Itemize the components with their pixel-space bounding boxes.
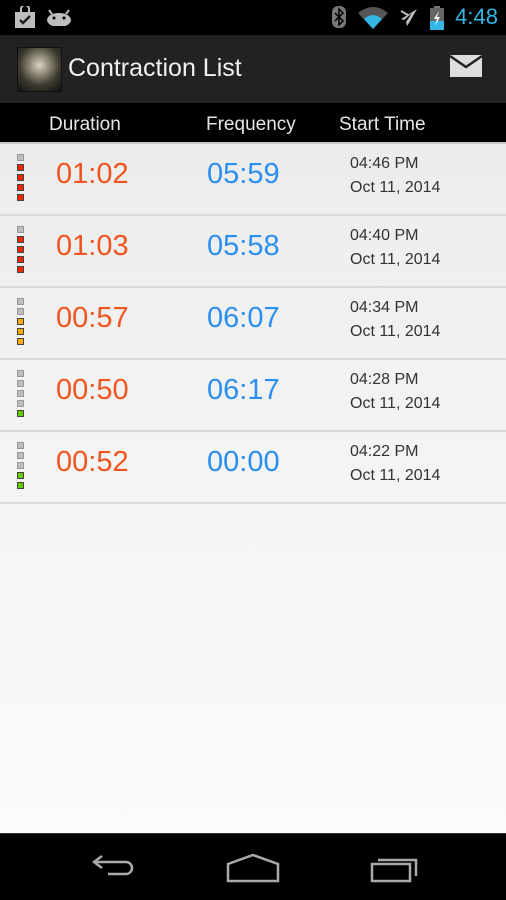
intensity-bar — [17, 462, 24, 469]
header-frequency: Frequency — [206, 114, 296, 135]
list-item[interactable]: 01:02 05:59 04:46 PM Oct 11, 2014 — [0, 144, 506, 216]
intensity-bar — [17, 380, 24, 387]
app-logo[interactable] — [17, 47, 62, 92]
duration-value: 01:03 — [56, 230, 129, 262]
start-time-value: 04:34 PM — [350, 299, 419, 316]
intensity-bar — [17, 328, 24, 335]
intensity-bar — [17, 338, 24, 345]
intensity-bar — [17, 390, 24, 397]
battery-charging-icon — [430, 6, 444, 30]
frequency-value: 06:07 — [207, 302, 280, 334]
intensity-bar — [17, 472, 24, 479]
list-item[interactable]: 00:57 06:07 04:34 PM Oct 11, 2014 — [0, 288, 506, 360]
intensity-bar — [17, 266, 24, 273]
intensity-bar — [17, 410, 24, 417]
intensity-bar — [17, 154, 24, 161]
intensity-bar — [17, 452, 24, 459]
start-date-value: Oct 11, 2014 — [350, 323, 441, 340]
start-time-value: 04:28 PM — [350, 371, 419, 388]
intensity-bar — [17, 482, 24, 489]
intensity-bar — [17, 370, 24, 377]
header-start-time: Start Time — [339, 114, 426, 135]
wifi-icon — [358, 7, 388, 29]
mail-icon[interactable] — [448, 52, 484, 80]
column-header: Duration Frequency Start Time — [0, 103, 506, 144]
list-item[interactable]: 01:03 05:58 04:40 PM Oct 11, 2014 — [0, 216, 506, 288]
intensity-bar — [17, 308, 24, 315]
duration-value: 00:52 — [56, 446, 129, 478]
start-date-value: Oct 11, 2014 — [350, 179, 441, 196]
intensity-indicator — [17, 226, 25, 276]
frequency-value: 05:59 — [207, 158, 280, 190]
status-bar: 4:48 — [0, 0, 506, 35]
start-date-value: Oct 11, 2014 — [350, 395, 441, 412]
intensity-indicator — [17, 298, 25, 348]
contraction-list[interactable]: 01:02 05:59 04:46 PM Oct 11, 2014 01:03 05:58… — [0, 144, 506, 833]
frequency-value: 06:17 — [207, 374, 280, 406]
intensity-bar — [17, 318, 24, 325]
intensity-bar — [17, 174, 24, 181]
recent-apps-icon[interactable] — [364, 850, 424, 886]
clock: 4:48 — [455, 4, 498, 29]
frequency-value: 05:58 — [207, 230, 280, 262]
intensity-bar — [17, 442, 24, 449]
duration-value: 00:57 — [56, 302, 129, 334]
bluetooth-icon — [332, 6, 346, 28]
android-icon — [47, 9, 71, 26]
intensity-bar — [17, 298, 24, 305]
page-title: Contraction List — [68, 54, 242, 82]
header-duration: Duration — [49, 114, 121, 135]
start-date-value: Oct 11, 2014 — [350, 251, 441, 268]
shopping-bag-check-icon — [15, 6, 35, 28]
navigation-bar — [0, 833, 506, 900]
intensity-bar — [17, 246, 24, 253]
intensity-indicator — [17, 442, 25, 492]
airplane-icon — [400, 9, 417, 26]
intensity-bar — [17, 236, 24, 243]
home-icon[interactable] — [223, 850, 283, 886]
action-bar: Contraction List — [0, 35, 506, 103]
intensity-bar — [17, 226, 24, 233]
intensity-bar — [17, 194, 24, 201]
list-item[interactable]: 00:50 06:17 04:28 PM Oct 11, 2014 — [0, 360, 506, 432]
back-icon[interactable] — [82, 850, 142, 886]
duration-value: 01:02 — [56, 158, 129, 190]
intensity-indicator — [17, 154, 25, 204]
intensity-bar — [17, 164, 24, 171]
intensity-indicator — [17, 370, 25, 420]
duration-value: 00:50 — [56, 374, 129, 406]
intensity-bar — [17, 184, 24, 191]
list-item[interactable]: 00:52 00:00 04:22 PM Oct 11, 2014 — [0, 432, 506, 504]
start-date-value: Oct 11, 2014 — [350, 467, 441, 484]
start-time-value: 04:46 PM — [350, 155, 419, 172]
start-time-value: 04:22 PM — [350, 443, 419, 460]
intensity-bar — [17, 400, 24, 407]
intensity-bar — [17, 256, 24, 263]
frequency-value: 00:00 — [207, 446, 280, 478]
start-time-value: 04:40 PM — [350, 227, 419, 244]
